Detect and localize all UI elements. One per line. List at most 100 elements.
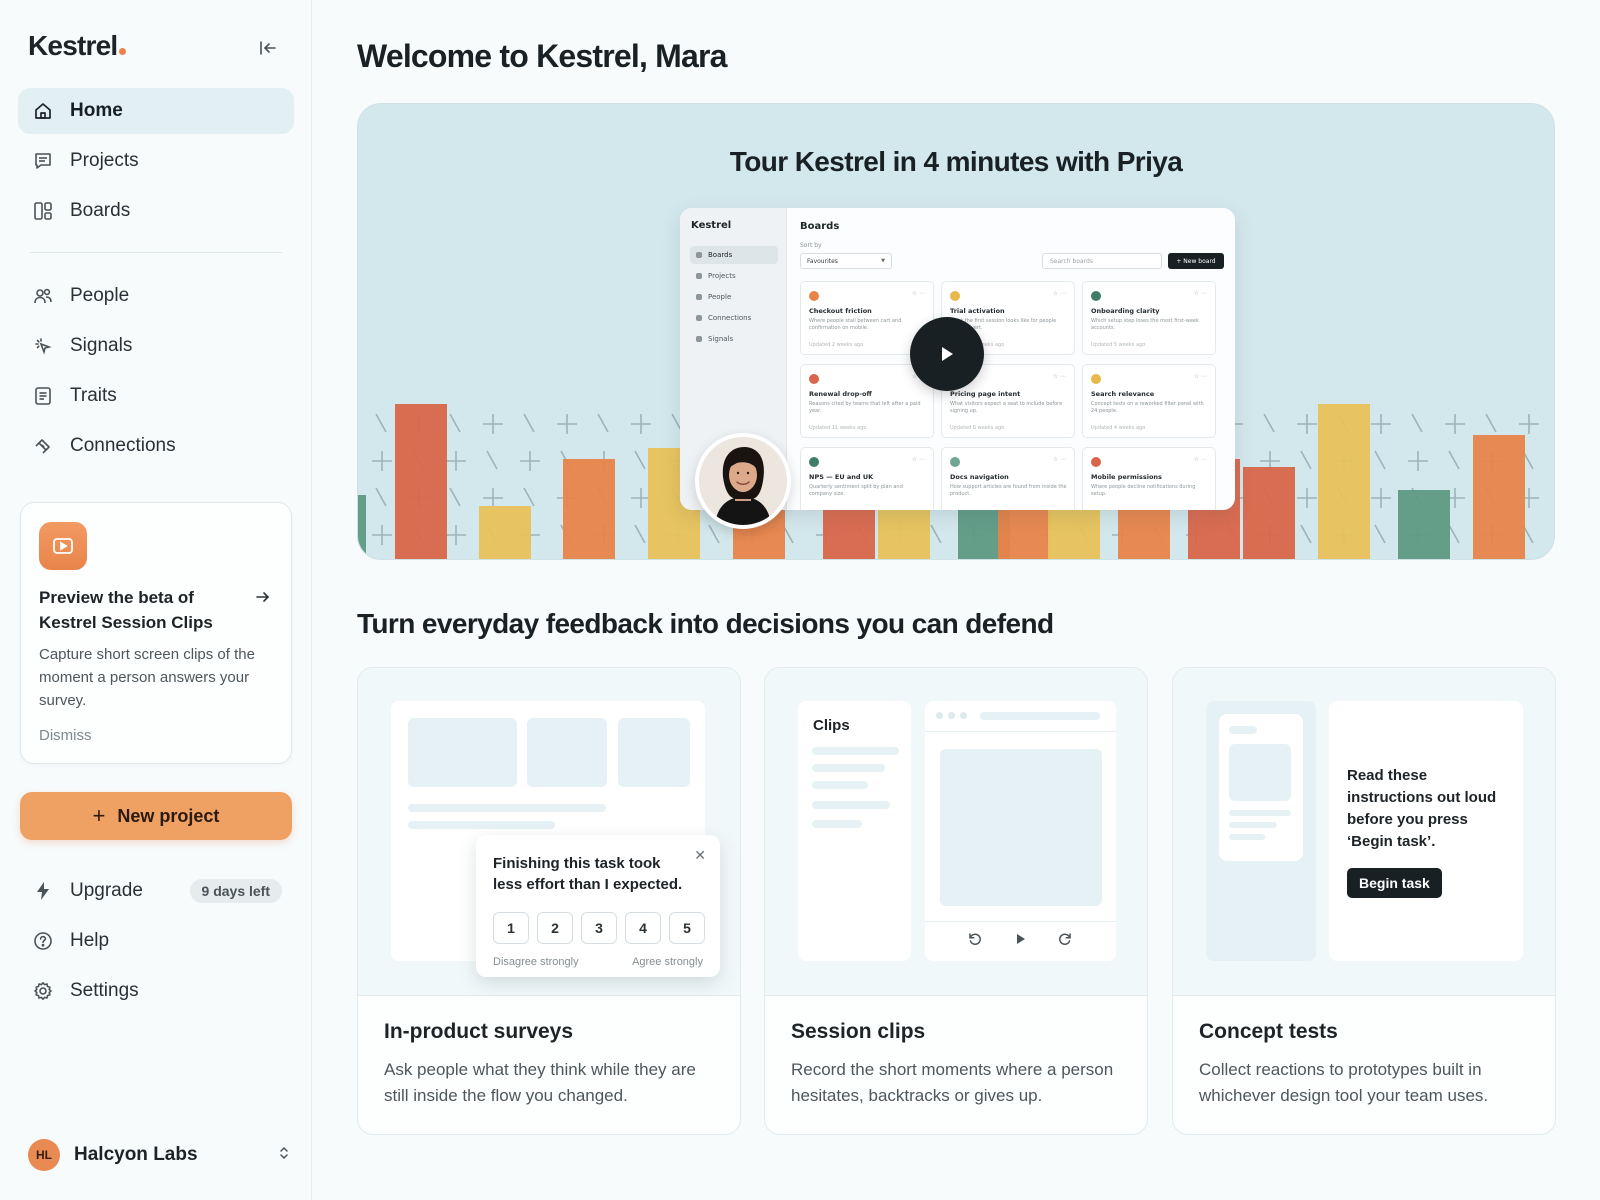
pattern-cross [631, 414, 651, 434]
star-icon: ☆ ⋯ [1052, 456, 1066, 463]
star-icon: ☆ ⋯ [911, 290, 925, 297]
sidebar-item-upgrade[interactable]: Upgrade 9 days left [18, 868, 294, 914]
pattern-cross [520, 451, 540, 471]
dismiss-promo-button[interactable]: Dismiss [39, 727, 92, 744]
board-description: Where people stall between cart and conf… [809, 318, 902, 331]
board-title: NPS — EU and UK [809, 473, 874, 481]
survey-illustration: Finishing this task took less effort tha… [358, 668, 740, 996]
star-icon: ☆ ⋯ [1052, 290, 1066, 297]
workspace-switcher[interactable]: HL Halcyon Labs [28, 1137, 290, 1173]
play-icon [942, 347, 953, 361]
sidebar-item-traits[interactable]: Traits [18, 373, 294, 419]
sidebar-item-label: People [70, 285, 130, 306]
feature-card-concept-tests[interactable]: Read these instructions out loud before … [1172, 667, 1556, 1135]
preview-board-card: ☆ ⋯ NPS — EU and UK Quarterly sentiment sp… [800, 447, 934, 510]
feature-title: Concept tests [1199, 1020, 1338, 1043]
sidebar-item-projects[interactable]: Projects [18, 138, 294, 184]
home-icon [32, 100, 54, 122]
preview-board-card: ☆ ⋯ Search relevance Concept tests on a re… [1082, 364, 1216, 438]
board-title: Renewal drop-off [809, 390, 872, 398]
replay-icon[interactable] [1055, 929, 1075, 949]
rating-option[interactable]: 3 [581, 912, 617, 944]
tour-video-hero[interactable]: Tour Kestrel in 4 minutes with Priya Kes… [357, 103, 1555, 560]
section-title: Turn everyday feedback into decisions yo… [357, 608, 1054, 639]
placeholder-line [1229, 810, 1291, 816]
board-description: Concept tests on a reworked filter panel… [1091, 401, 1204, 414]
scale-low-label: Disagree strongly [493, 956, 579, 968]
arrow-right-icon[interactable] [255, 589, 271, 610]
close-icon[interactable]: ✕ [694, 847, 706, 864]
pattern-slash [523, 413, 535, 433]
concept-illustration: Read these instructions out loud before … [1173, 668, 1555, 996]
decorative-bar [1243, 467, 1295, 559]
app-logo[interactable]: Kestrel [28, 30, 127, 62]
sidebar-item-settings[interactable]: Settings [18, 968, 294, 1014]
people-icon [32, 285, 54, 307]
sidebar-item-connections[interactable]: Connections [18, 423, 294, 469]
rating-option[interactable]: 2 [537, 912, 573, 944]
prototype-phone [1219, 714, 1303, 861]
primary-nav: Home Projects Boards People Signals Trai… [18, 88, 294, 473]
chevron-up-down-icon [278, 1145, 290, 1166]
board-description: Which setup step loses the most first-we… [1091, 318, 1199, 331]
pattern-cross [1445, 414, 1465, 434]
feature-description: Record the short moments where a person … [791, 1060, 1114, 1105]
feature-title: In-product surveys [384, 1020, 574, 1043]
pattern-slash [1300, 524, 1312, 544]
placeholder-line [812, 820, 862, 828]
hero-title: Tour Kestrel in 4 minutes with Priya [729, 146, 1183, 177]
board-color-dot [809, 457, 819, 467]
sidebar-item-label: Home [70, 100, 123, 121]
sidebar-item-home[interactable]: Home [18, 88, 294, 134]
feature-card-surveys[interactable]: Finishing this task took less effort tha… [357, 667, 741, 1135]
pattern-slash [1448, 524, 1460, 544]
boards-icon [32, 200, 54, 222]
play-video-button[interactable] [910, 317, 984, 391]
preview-page-title: Boards [800, 221, 840, 232]
pattern-cross [372, 451, 392, 471]
sidebar-item-people[interactable]: People [18, 273, 294, 319]
pattern-slash [449, 487, 461, 507]
rating-option[interactable]: 1 [493, 912, 529, 944]
play-icon[interactable] [1011, 929, 1031, 949]
sidebar-item-label: Boards [70, 200, 131, 221]
collapse-sidebar-button[interactable] [256, 36, 280, 60]
board-color-dot [950, 291, 960, 301]
preview-sort-select: Favourites ▼ [800, 253, 892, 269]
nav-divider [30, 252, 282, 253]
survey-popup: Finishing this task took less effort tha… [476, 835, 720, 977]
rating-option[interactable]: 4 [625, 912, 661, 944]
session-clips-promo-card: Preview the beta of Kestrel Session Clip… [20, 502, 292, 764]
board-updated: Updated 2 weeks ago [809, 342, 864, 348]
preview-nav-item: Boards [690, 246, 778, 264]
board-color-dot [1091, 374, 1101, 384]
new-project-button[interactable]: + New project [20, 792, 292, 840]
gear-icon [32, 980, 54, 1002]
rating-option[interactable]: 5 [669, 912, 705, 944]
pattern-cross [483, 414, 503, 434]
pattern-cross [446, 525, 466, 545]
placeholder-line [1229, 726, 1257, 734]
pattern-slash [1263, 413, 1275, 433]
board-title: Trial activation [950, 307, 1005, 315]
pattern-slash [486, 450, 498, 470]
decorative-bar [563, 459, 615, 559]
workspace-avatar: HL [28, 1139, 60, 1171]
rewind-icon[interactable] [965, 929, 985, 949]
pattern-slash [1374, 450, 1386, 470]
board-description: What visitors expect a seat to include b… [950, 401, 1063, 414]
feature-card-session-clips[interactable]: Clips Session clips Record the short mom… [764, 667, 1148, 1135]
begin-task-button[interactable]: Begin task [1347, 868, 1442, 898]
pattern-slash [1300, 450, 1312, 470]
decorative-bar [998, 506, 1050, 559]
pattern-cross [1371, 488, 1391, 508]
board-updated: Updated 5 weeks ago [1091, 342, 1146, 348]
pattern-cross [1297, 488, 1317, 508]
sidebar-item-label: Upgrade [70, 880, 143, 901]
sidebar-item-boards[interactable]: Boards [18, 188, 294, 234]
sidebar-item-signals[interactable]: Signals [18, 323, 294, 369]
footer-nav: Upgrade 9 days left Help Settings [18, 868, 294, 1018]
board-updated: Updated 6 weeks ago [950, 425, 1005, 431]
sidebar-item-help[interactable]: Help [18, 918, 294, 964]
placeholder-line [1229, 834, 1265, 840]
